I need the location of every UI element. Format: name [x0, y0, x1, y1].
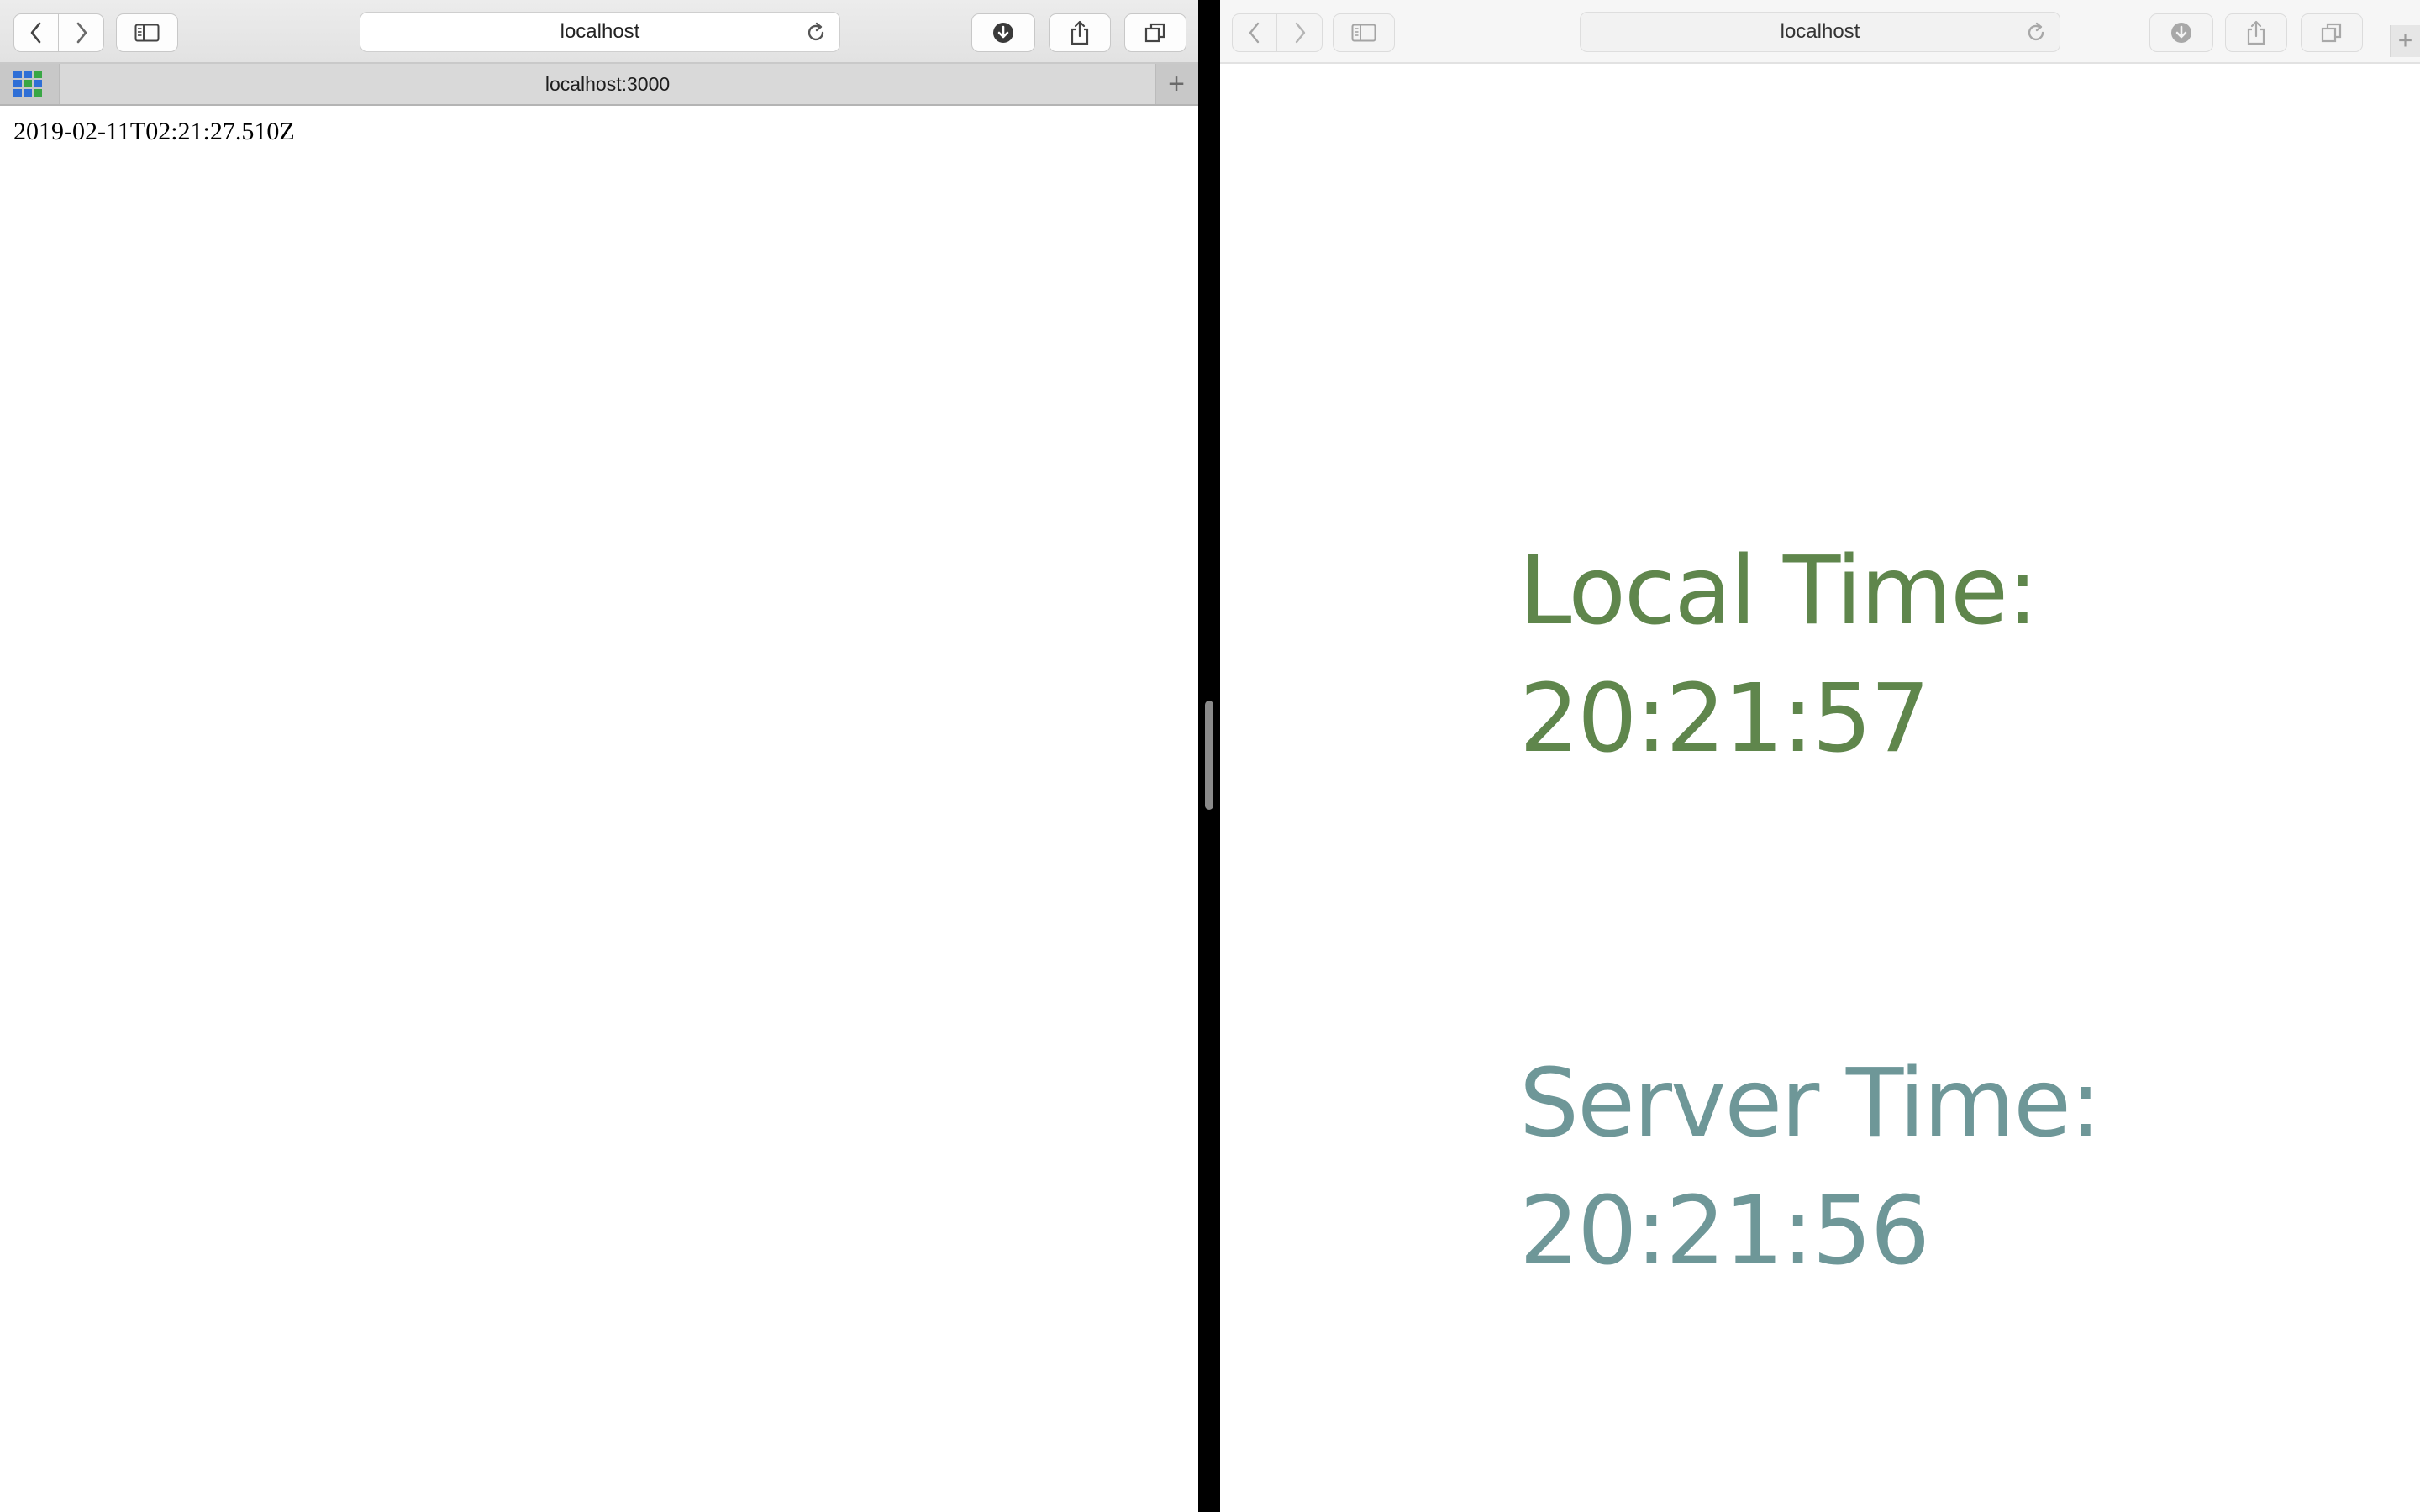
sidebar-icon	[134, 24, 160, 42]
forward-button[interactable]	[1277, 13, 1323, 52]
tab-localhost[interactable]: localhost:3000	[59, 64, 1156, 104]
address-bar[interactable]: localhost	[360, 12, 840, 52]
local-time-block: Local Time: 20:21:57	[1519, 528, 2039, 783]
local-time-value: 20:21:57	[1519, 664, 1930, 774]
tab-overview-button[interactable]	[2301, 13, 2363, 52]
download-icon	[2170, 21, 2193, 45]
app-grid-icon	[13, 71, 42, 97]
forward-button[interactable]	[59, 13, 104, 52]
sidebar-button[interactable]	[1333, 13, 1395, 52]
right-toolbar: localhost +	[1220, 0, 2420, 64]
sidebar-button[interactable]	[116, 13, 178, 52]
plus-icon: +	[2397, 27, 2413, 55]
address-text: localhost	[1780, 20, 1860, 43]
chevron-right-icon	[1292, 21, 1307, 45]
server-time-value: 20:21:56	[1519, 1177, 1930, 1286]
address-bar[interactable]: localhost	[1580, 12, 2060, 52]
left-toolbar: localhost	[0, 0, 1198, 64]
server-time-label: Server Time:	[1519, 1049, 2102, 1158]
left-nav-buttons	[13, 13, 104, 52]
share-button[interactable]	[1049, 13, 1111, 52]
right-nav-buttons	[1232, 13, 1323, 52]
download-icon	[992, 21, 1015, 45]
address-text: localhost	[560, 20, 640, 43]
tab-overview-button[interactable]	[1124, 13, 1186, 52]
reload-icon[interactable]	[2024, 21, 2048, 50]
chevron-right-icon	[74, 21, 89, 45]
chevron-left-icon	[29, 21, 44, 45]
chevron-left-icon	[1247, 21, 1262, 45]
new-tab-button[interactable]: +	[1161, 67, 1192, 100]
tab-overview-icon	[2321, 22, 2343, 44]
tab-overview-icon	[1144, 22, 1166, 44]
reload-icon[interactable]	[804, 21, 828, 50]
timestamp-text: 2019-02-11T02:21:27.510Z	[13, 118, 295, 145]
server-time-block: Server Time: 20:21:56	[1519, 1040, 2102, 1295]
new-tab-button[interactable]: +	[2390, 25, 2420, 57]
left-browser-window: localhost localhost:3000 + 2019-02-11T02…	[0, 0, 1198, 1512]
share-icon	[2245, 20, 2267, 45]
tab-bar: localhost:3000 +	[0, 64, 1198, 106]
back-button[interactable]	[1232, 13, 1277, 52]
split-view-handle[interactable]	[1205, 701, 1213, 810]
right-browser-window: localhost + Local Time: 20:21:57 Server …	[1220, 0, 2420, 1512]
back-button[interactable]	[13, 13, 59, 52]
sidebar-icon	[1351, 24, 1376, 42]
share-button[interactable]	[2225, 13, 2287, 52]
share-icon	[1069, 20, 1091, 45]
downloads-button[interactable]	[2149, 13, 2213, 52]
local-time-label: Local Time:	[1519, 537, 2039, 646]
plus-icon: +	[1168, 67, 1185, 100]
tab-title: localhost:3000	[544, 72, 671, 95]
downloads-button[interactable]	[971, 13, 1035, 52]
